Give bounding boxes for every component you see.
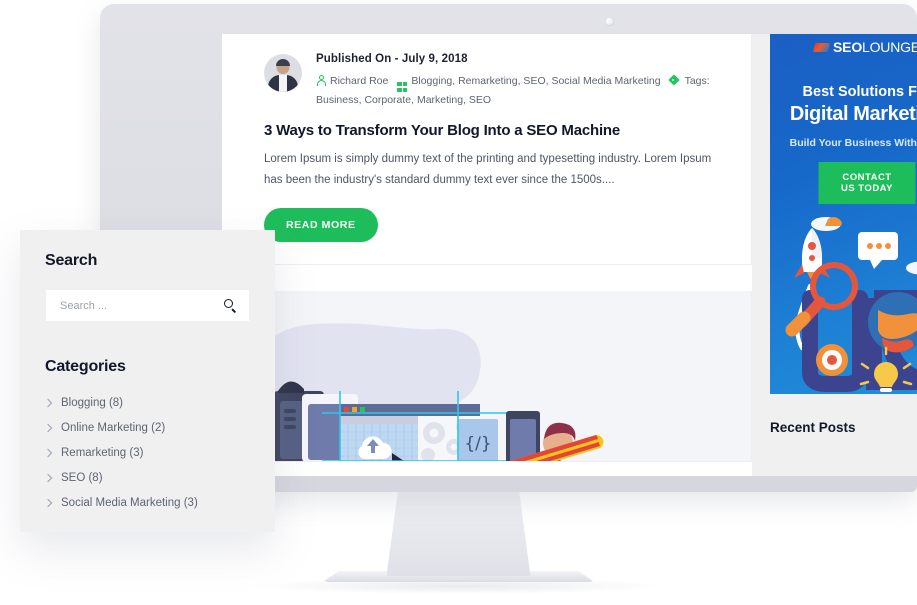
search-categories-panel: Search Categories Blogging (8) Online Ma… (20, 230, 275, 532)
ad-headline-small: Best Solutions For (802, 84, 917, 100)
category-item[interactable]: Remarketing (3) (43, 440, 250, 465)
chevron-right-icon (43, 423, 53, 432)
category-item[interactable]: Social Media Marketing (3) (43, 490, 250, 515)
svg-text:{/}: {/} (464, 434, 491, 454)
post-excerpt: Lorem Ipsum is simply dummy text of the … (264, 153, 712, 187)
post-header: Published On - July 9, 2018 Richard Roe B… (264, 52, 721, 108)
search-input[interactable] (58, 298, 224, 313)
ad-subheadline: Build Your Business With Easy (789, 137, 917, 149)
category-item[interactable]: SEO (8) (43, 465, 250, 490)
logo-light: LOUNGE (862, 39, 917, 55)
blog-post-card-second: {/} (222, 290, 752, 462)
website-page: Published On - July 9, 2018 Richard Roe B… (222, 34, 917, 476)
categories-list: Blogging (8) Online Marketing (2) Remark… (43, 390, 250, 515)
monitor-mockup: Published On - July 9, 2018 Richard Roe B… (0, 0, 917, 605)
read-more-button[interactable]: READ MORE (264, 207, 378, 242)
category-label: Remarketing (3) (61, 446, 144, 459)
web-development-illustration: {/} (222, 290, 751, 461)
category-item[interactable]: Online Marketing (2) (43, 415, 250, 440)
ad-headline-large: Digital Marketing (789, 103, 917, 125)
monitor-stand-neck (386, 490, 531, 576)
seo-illustration: S (770, 202, 917, 394)
chevron-right-icon (43, 498, 53, 507)
ad-banner[interactable]: SEOLOUNGE Best Solutions For Digital Mar… (770, 34, 917, 394)
blog-sidebar: SEOLOUNGE Best Solutions For Digital Mar… (752, 34, 917, 476)
search-box[interactable] (45, 289, 250, 322)
category-label: Social Media Marketing (3) (61, 496, 198, 509)
search-icon[interactable] (224, 299, 237, 312)
post-categories[interactable]: Blogging, Remarketing, SEO, Social Media… (411, 75, 660, 87)
seolounge-logo: SEOLOUNGE (770, 39, 917, 55)
blog-main-column: Published On - July 9, 2018 Richard Roe B… (222, 34, 752, 476)
chevron-right-icon (43, 448, 53, 457)
post-title[interactable]: 3 Ways to Transform Your Blog Into a SEO… (264, 122, 721, 139)
category-label: Blogging (8) (61, 396, 124, 409)
webcam-icon (605, 17, 614, 26)
recent-posts-title: Recent Posts (770, 420, 856, 435)
search-widget-title: Search (45, 252, 98, 269)
avatar (264, 54, 302, 92)
category-label: SEO (8) (61, 471, 103, 484)
logo-bold: SEO (833, 39, 863, 55)
chevron-right-icon (43, 398, 53, 407)
category-item[interactable]: Blogging (8) (43, 390, 250, 415)
monitor-screen: Published On - July 9, 2018 Richard Roe B… (222, 34, 917, 476)
categories-widget-title: Categories (45, 358, 126, 375)
swoosh-logo-icon (812, 41, 831, 54)
post-tags[interactable]: Business, Corporate, Marketing, SEO (316, 94, 491, 106)
user-icon (316, 74, 326, 86)
grid-icon (397, 81, 408, 92)
published-date: Published On - July 9, 2018 (316, 53, 468, 65)
tag-icon (670, 75, 681, 86)
post-author[interactable]: Richard Roe (330, 75, 388, 87)
recent-posts-widget: Recent Posts (752, 394, 917, 435)
post-meta-line: Richard Roe Blogging, Remarketing, SEO, S… (316, 73, 721, 108)
post-gap (222, 264, 752, 291)
chevron-right-icon (43, 473, 53, 482)
blog-post-card: Published On - July 9, 2018 Richard Roe B… (222, 34, 752, 265)
contact-us-button[interactable]: CONTACT US TODAY (818, 162, 916, 204)
post-tags-label: Tags: (684, 74, 710, 87)
category-label: Online Marketing (2) (61, 421, 166, 434)
